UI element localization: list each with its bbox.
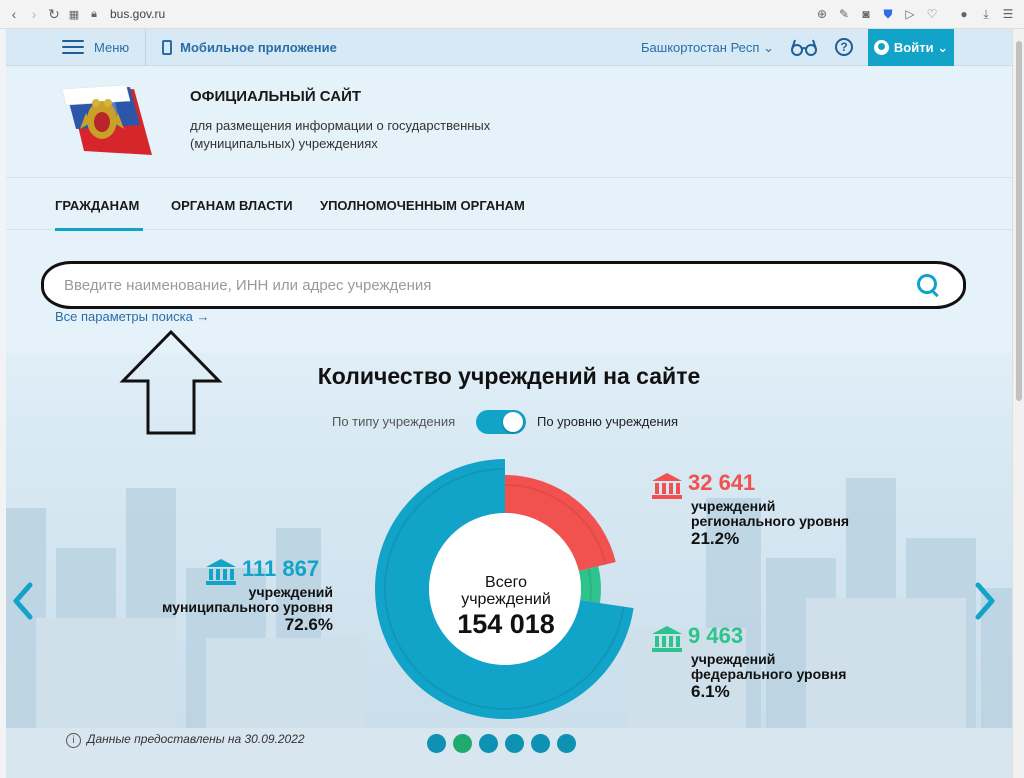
municipal-label-2: муниципального уровня [161, 598, 333, 615]
regional-label-2: регионального уровня [691, 512, 850, 529]
region-label: Башкортостан Респ [641, 40, 760, 55]
slider-dot[interactable] [557, 734, 576, 753]
hamburger-icon [62, 40, 84, 54]
help-icon[interactable]: ? [835, 38, 853, 56]
site-title: ОФИЦИАЛЬНЫЙ САЙТ [190, 88, 362, 105]
zoom-icon[interactable]: ⊕ [814, 4, 830, 24]
by-level-label[interactable]: По уровню учреждения [537, 414, 678, 429]
tab-citizens[interactable]: ГРАЖДАНАМ [55, 198, 139, 213]
federal-value: 9 463 [688, 623, 744, 648]
chevron-down-icon: ⌄ [933, 39, 949, 55]
lock-icon[interactable]: 🔒︎ [84, 4, 104, 24]
top-navigation: Меню Мобильное приложение Башкортостан Р… [6, 29, 1012, 66]
federal-label-2: федерального уровня [691, 665, 847, 682]
mobile-app-label: Мобильное приложение [180, 39, 337, 55]
level-toggle-switch[interactable] [476, 410, 526, 434]
footnote-text: Данные предоставлены на 30.09.2022 [87, 732, 305, 746]
browser-toolbar: ‹ › ↻ ▦ 🔒︎ bus.gov.ru ⊕ ✎ ◙ ⛊ ▷ ♡ ● ⤓ ☰ [0, 0, 1024, 29]
page-scrollbar[interactable] [1012, 29, 1024, 778]
login-button[interactable]: Войти ⌄ [868, 29, 954, 66]
search-box [41, 261, 966, 309]
menu-button[interactable]: Меню [62, 40, 129, 55]
chevron-left-icon[interactable] [12, 581, 34, 621]
accessibility-glasses-icon[interactable] [791, 37, 817, 62]
annotation-arrow-icon [119, 329, 223, 435]
institution-building-icon [652, 472, 682, 499]
slider-dot[interactable] [531, 734, 550, 753]
data-date-note: i Данные предоставлены на 30.09.2022 [66, 732, 305, 748]
search-icon[interactable] [917, 274, 939, 296]
reload-icon[interactable]: ↻ [44, 4, 64, 24]
tabs-grid-icon[interactable]: ▦ [64, 4, 84, 24]
info-icon: i [66, 733, 81, 748]
municipal-pct: 72.6% [284, 614, 333, 634]
site-header: ОФИЦИАЛЬНЫЙ САЙТ для размещения информац… [6, 67, 1012, 177]
all-search-params-link[interactable]: Все параметры поиска → [55, 309, 209, 324]
russian-coat-of-arms-logo[interactable] [56, 85, 160, 157]
municipal-value: 111 867 [242, 556, 320, 581]
regional-pct: 21.2% [691, 528, 740, 548]
total-label: Всего учреждений [461, 574, 551, 608]
total-value: 154 018 [457, 609, 555, 639]
search-input[interactable] [64, 276, 917, 294]
stat-municipal: 111 867 учреждений муниципального уровня… [161, 556, 333, 635]
by-type-label[interactable]: По типу учреждения [332, 414, 455, 429]
send-icon[interactable]: ▷ [902, 4, 918, 24]
mobile-app-link[interactable]: Мобильное приложение [162, 39, 337, 55]
phone-icon [162, 39, 173, 55]
regional-label-1: учреждений [691, 497, 776, 514]
section-navigation: ГРАЖДАНАМ ОРГАНАМ ВЛАСТИ УПОЛНОМОЧЕННЫМ … [6, 177, 1012, 231]
settings-icon[interactable]: ☰ [1000, 4, 1016, 24]
slider-dot[interactable] [479, 734, 498, 753]
nav-divider [145, 29, 147, 66]
stat-regional: 32 641 учреждений регионального уровня 2… [652, 470, 852, 549]
region-select[interactable]: Башкортостан Респ ⌄ [641, 40, 774, 56]
back-icon[interactable]: ‹ [4, 4, 24, 24]
stat-federal: 9 463 учреждений федерального уровня 6.1… [652, 623, 852, 702]
camera-icon[interactable]: ◙ [858, 4, 874, 24]
federal-pct: 6.1% [691, 681, 730, 701]
login-label: Войти [893, 40, 934, 55]
edit-icon[interactable]: ✎ [836, 4, 852, 24]
chevron-right-icon[interactable] [974, 581, 996, 621]
download-icon[interactable]: ⤓ [978, 4, 994, 24]
slider-dot[interactable] [453, 734, 472, 753]
slider-dot[interactable] [427, 734, 446, 753]
user-icon [873, 40, 889, 55]
scrollbar-thumb[interactable] [1016, 41, 1022, 401]
institution-building-icon [652, 625, 682, 652]
regional-value: 32 641 [688, 470, 756, 495]
tab-authorities[interactable]: ОРГАНАМ ВЛАСТИ [171, 198, 293, 213]
shield-icon[interactable]: ⛊ [880, 4, 896, 24]
address-bar[interactable]: bus.gov.ru [110, 7, 165, 21]
page: Меню Мобильное приложение Башкортостан Р… [6, 29, 1012, 778]
federal-label-1: учреждений [691, 650, 776, 667]
site-subtitle: для размещения информации о государствен… [190, 118, 491, 151]
tab-authorized-bodies[interactable]: УПОЛНОМОЧЕННЫМ ОРГАНАМ [320, 198, 525, 213]
menu-label: Меню [94, 39, 130, 55]
municipal-label-1: учреждений [248, 583, 333, 600]
institution-building-icon [206, 558, 236, 585]
slider-dot[interactable] [505, 734, 524, 753]
profile-icon[interactable]: ● [956, 4, 972, 24]
chevron-down-icon: ⌄ [763, 40, 774, 55]
slider-pagination [427, 734, 576, 753]
heart-icon[interactable]: ♡ [924, 4, 940, 24]
forward-icon[interactable]: › [24, 4, 44, 24]
